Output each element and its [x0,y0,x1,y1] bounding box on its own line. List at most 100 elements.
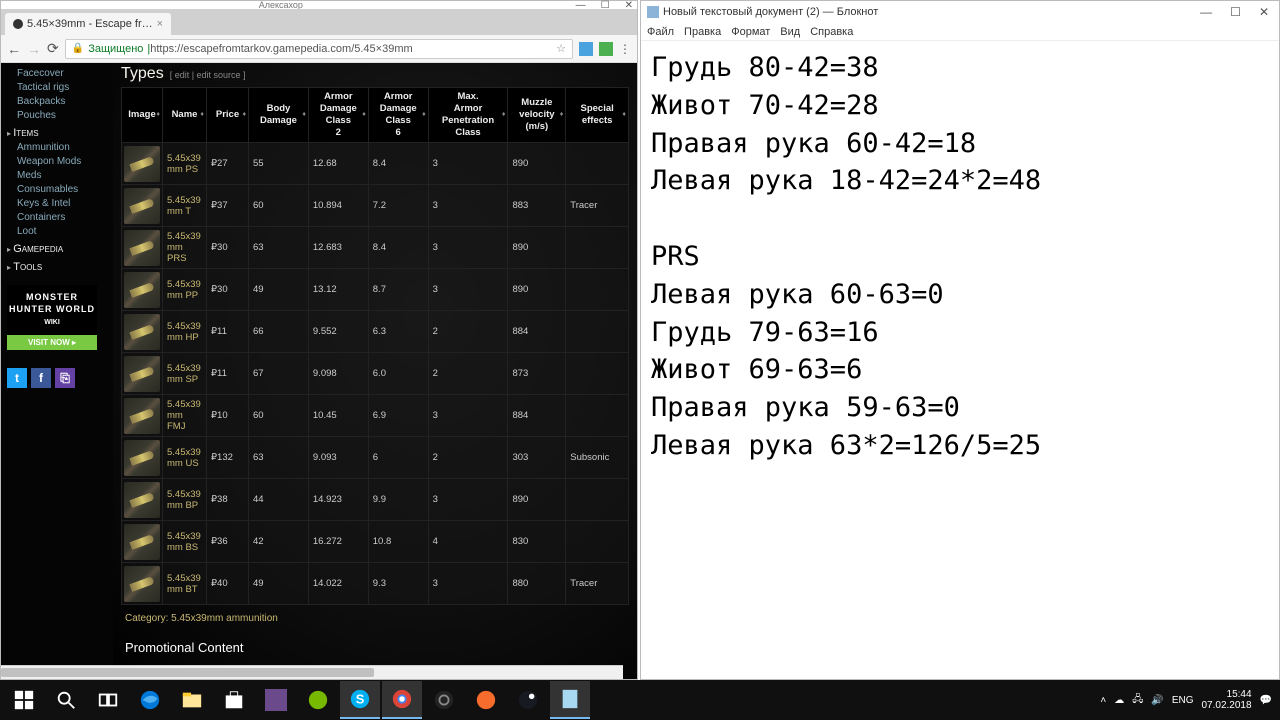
ammo-name-cell[interactable]: 5.45x39 mm HP [163,311,207,353]
sidebar-section-tools[interactable]: Tools [7,257,107,275]
column-header[interactable]: Name♦ [163,88,207,143]
ammo-image-cell[interactable] [122,143,163,185]
ammo-name-cell[interactable]: 5.45x39 mm BT [163,563,207,605]
ammo-image-cell[interactable] [122,437,163,479]
sidebar-link[interactable]: Keys & Intel [7,197,107,211]
sidebar-link[interactable]: Ammunition [7,141,107,155]
origin-icon[interactable] [466,681,506,719]
ammo-image-cell[interactable] [122,521,163,563]
edge-icon[interactable] [130,681,170,719]
tray-chevron-up-icon[interactable]: ˄ [1100,695,1106,706]
horizontal-scrollbar[interactable] [1,665,623,679]
ammo-name-cell[interactable]: 5.45x39 mm BP [163,479,207,521]
facebook-icon[interactable]: f [31,368,51,388]
ammo-name-cell[interactable]: 5.45x39 mm SP [163,353,207,395]
column-header[interactable]: ArmorDamageClass6♦ [368,88,428,143]
notepad-menu-item[interactable]: Справка [810,26,853,38]
tray-lang[interactable]: ENG [1172,695,1194,706]
tab-close-icon[interactable]: × [157,18,163,30]
edit-source-link[interactable]: [ edit | edit source ] [170,70,246,80]
skype-icon[interactable]: S [340,681,380,719]
start-button[interactable] [4,681,44,719]
search-icon[interactable] [46,681,86,719]
ammo-image-cell[interactable] [122,563,163,605]
ammo-image-cell[interactable] [122,479,163,521]
forward-button[interactable]: → [27,41,41,57]
ammo-image-cell[interactable] [122,395,163,437]
tray-clock[interactable]: 15:44 07.02.2018 [1201,689,1251,711]
notepad-menu-item[interactable]: Файл [647,26,674,38]
pen-cell: 3 [428,269,508,311]
wwise-icon[interactable] [256,681,296,719]
ammo-name-cell[interactable]: 5.45x39 mm FMJ [163,395,207,437]
pen-cell: 3 [428,395,508,437]
tray-volume-icon[interactable]: 🔊 [1151,695,1163,706]
reload-button[interactable]: ⟳ [47,40,59,57]
sidebar-ad[interactable]: MONSTER HUNTER WORLDWIKI VISIT NOW ▸ [7,285,97,350]
tray-network-icon[interactable]: 🖧 [1132,692,1143,709]
column-header[interactable]: BodyDamage♦ [249,88,309,143]
column-header[interactable]: Max.ArmorPenetrationClass♦ [428,88,508,143]
ad-cta[interactable]: VISIT NOW ▸ [7,335,97,350]
notepad-close-icon[interactable]: ✕ [1255,5,1273,19]
sidebar-link[interactable]: Pouches [7,109,107,123]
column-header[interactable]: Specialeffects♦ [566,88,629,143]
obs-icon[interactable] [424,681,464,719]
back-button[interactable]: ← [7,41,21,57]
special-cell [566,479,629,521]
column-header[interactable]: ArmorDamageClass2♦ [308,88,368,143]
column-header[interactable]: Muzzlevelocity(m/s)♦ [508,88,566,143]
sidebar-section-items[interactable]: Items [7,123,107,141]
category-link[interactable]: Category: 5.45x39mm ammunition [121,605,629,632]
star-icon[interactable]: ☆ [556,42,566,55]
ext-icon-2[interactable] [599,42,613,56]
active-tab[interactable]: 5.45×39mm - Escape fr… × [5,13,171,35]
taskview-icon[interactable] [88,681,128,719]
sidebar-link[interactable]: Weapon Mods [7,155,107,169]
store-icon[interactable] [214,681,254,719]
ammo-name-cell[interactable]: 5.45x39 mm T [163,185,207,227]
steam-icon[interactable] [508,681,548,719]
column-header[interactable]: Price♦ [207,88,249,143]
column-header[interactable]: Image♦ [122,88,163,143]
chrome-icon[interactable] [382,681,422,719]
twitch-icon[interactable]: ⎘ [55,368,75,388]
notepad-maximize-icon[interactable]: ☐ [1226,5,1245,19]
sidebar-link[interactable]: Tactical rigs [7,81,107,95]
ammo-name-cell[interactable]: 5.45x39 mm BS [163,521,207,563]
sidebar-link[interactable]: Loot [7,225,107,239]
ammo-image-cell[interactable] [122,269,163,311]
sidebar-section-gamepedia[interactable]: Gamepedia [7,239,107,257]
ext-icon-1[interactable] [579,42,593,56]
ammo-image-cell[interactable] [122,353,163,395]
ammo-image-cell[interactable] [122,311,163,353]
tray-notifications-icon[interactable]: 💬 [1260,695,1272,706]
sidebar-link[interactable]: Backpacks [7,95,107,109]
sidebar-link[interactable]: Consumables [7,183,107,197]
price-cell: ₽132 [207,437,249,479]
ammo-name-cell[interactable]: 5.45x39 mm PRS [163,227,207,269]
notepad-text-area[interactable]: Грудь 80-42=38 Живот 70-42=28 Правая рук… [641,41,1279,679]
tray-onedrive-icon[interactable]: ☁ [1114,695,1124,706]
ammo-image-cell[interactable] [122,227,163,269]
armor-c6-cell: 8.7 [368,269,428,311]
ammo-image-cell[interactable] [122,185,163,227]
twitter-icon[interactable]: t [7,368,27,388]
bullet-icon [124,314,160,350]
address-bar[interactable]: 🔒 Защищено | https://escapefromtarkov.ga… [65,39,573,59]
ammo-name-cell[interactable]: 5.45x39 mm US [163,437,207,479]
utorrent-icon[interactable] [298,681,338,719]
sidebar-link[interactable]: Meds [7,169,107,183]
notepad-taskbar-icon[interactable] [550,681,590,719]
sidebar-link[interactable]: Containers [7,211,107,225]
menu-icon[interactable]: ⋮ [619,42,631,56]
tray-time: 15:44 [1201,689,1251,700]
notepad-menu-item[interactable]: Формат [731,26,770,38]
ammo-name-cell[interactable]: 5.45x39 mm PS [163,143,207,185]
sidebar-link[interactable]: Facecover [7,67,107,81]
notepad-minimize-icon[interactable]: — [1196,5,1216,19]
notepad-menu-item[interactable]: Вид [780,26,800,38]
notepad-menu-item[interactable]: Правка [684,26,721,38]
ammo-name-cell[interactable]: 5.45x39 mm PP [163,269,207,311]
explorer-icon[interactable] [172,681,212,719]
